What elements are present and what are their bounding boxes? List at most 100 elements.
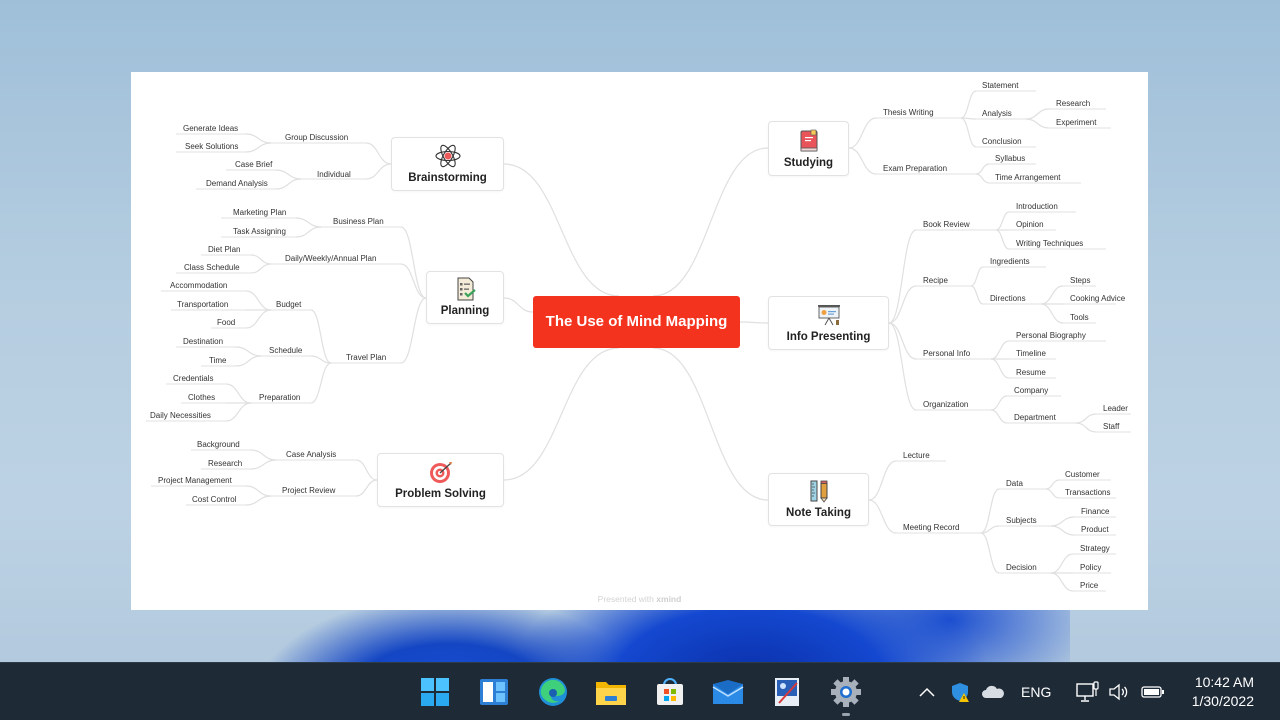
topic-preparation[interactable]: Preparation: [259, 393, 300, 403]
node-planning[interactable]: Planning: [426, 271, 504, 324]
node-problem-solving[interactable]: Problem Solving: [377, 453, 504, 507]
topic-demand-analysis[interactable]: Demand Analysis: [206, 179, 268, 189]
connector: [275, 169, 302, 180]
topic-destination[interactable]: Destination: [183, 337, 223, 347]
node-studying[interactable]: Studying: [768, 121, 849, 176]
topic-diet-plan[interactable]: Diet Plan: [208, 245, 240, 255]
topic-case-analysis[interactable]: Case Analysis: [286, 450, 336, 460]
topic-task-assigning[interactable]: Task Assigning: [233, 227, 286, 237]
onedrive-icon[interactable]: [981, 663, 1005, 720]
topic-statement[interactable]: Statement: [982, 81, 1018, 91]
topic-introduction[interactable]: Introduction: [1016, 202, 1058, 212]
node-note-taking[interactable]: Note Taking: [768, 473, 869, 526]
topic-opinion[interactable]: Opinion: [1016, 220, 1044, 230]
topic-project-review[interactable]: Project Review: [282, 486, 335, 496]
security-icon[interactable]: [950, 663, 972, 720]
topic-price[interactable]: Price: [1080, 581, 1098, 591]
topic-lecture[interactable]: Lecture: [903, 451, 930, 461]
topic-daily-necessities[interactable]: Daily Necessities: [150, 411, 211, 421]
topic-marketing-plan[interactable]: Marketing Plan: [233, 208, 286, 218]
connector: [1050, 516, 1075, 527]
connector: [990, 340, 1010, 360]
topic-subjects[interactable]: Subjects: [1006, 516, 1037, 526]
battery-icon[interactable]: [1141, 663, 1165, 720]
topic-personal-biography[interactable]: Personal Biography: [1016, 331, 1086, 341]
connector-brainstorming: [503, 163, 620, 297]
connector: [888, 285, 917, 324]
central-topic[interactable]: The Use of Mind Mapping: [533, 296, 740, 348]
topic-thesis-writing[interactable]: Thesis Writing: [883, 108, 934, 118]
topic-data[interactable]: Data: [1006, 479, 1023, 489]
network-icon[interactable]: [1076, 663, 1100, 720]
topic-accommodation[interactable]: Accommodation: [170, 281, 227, 291]
topic-time-arrangement[interactable]: Time Arrangement: [995, 173, 1061, 183]
topic-research-studying[interactable]: Research: [1056, 99, 1090, 109]
topic-schedule[interactable]: Schedule: [269, 346, 302, 356]
topic-product[interactable]: Product: [1081, 525, 1109, 535]
topic-generate-ideas[interactable]: Generate Ideas: [183, 124, 238, 134]
topic-syllabus[interactable]: Syllabus: [995, 154, 1025, 164]
topic-class-schedule[interactable]: Class Schedule: [184, 263, 240, 273]
volume-icon[interactable]: [1108, 663, 1130, 720]
node-info-presenting[interactable]: Info Presenting: [768, 296, 889, 350]
topic-personal-info[interactable]: Personal Info: [923, 349, 970, 359]
topic-credentials[interactable]: Credentials: [173, 374, 213, 384]
topic-conclusion[interactable]: Conclusion: [982, 137, 1022, 147]
topic-tools[interactable]: Tools: [1070, 313, 1089, 323]
topic-strategy[interactable]: Strategy: [1080, 544, 1110, 554]
language-indicator[interactable]: ENG: [1021, 663, 1051, 720]
gear-icon[interactable]: [830, 676, 862, 708]
widgets-icon[interactable]: [478, 676, 510, 708]
topic-book-review[interactable]: Book Review: [923, 220, 970, 230]
connector: [310, 309, 332, 364]
topic-food[interactable]: Food: [217, 318, 235, 328]
topic-ingredients[interactable]: Ingredients: [990, 257, 1030, 267]
show-hidden-icons[interactable]: [918, 663, 936, 720]
topic-daily-weekly-annual-plan[interactable]: Daily/Weekly/Annual Plan: [285, 254, 376, 264]
topic-customer[interactable]: Customer: [1065, 470, 1100, 480]
topic-meeting-record[interactable]: Meeting Record: [903, 523, 959, 533]
topic-case-brief[interactable]: Case Brief: [235, 160, 272, 170]
connector-info-presenting: [739, 321, 769, 324]
topic-background[interactable]: Background: [197, 440, 240, 450]
topic-writing-techniques[interactable]: Writing Techniques: [1016, 239, 1083, 249]
topic-timeline[interactable]: Timeline: [1016, 349, 1046, 359]
topic-recipe[interactable]: Recipe: [923, 276, 948, 286]
topic-group-discussion[interactable]: Group Discussion: [285, 133, 348, 143]
mail-icon[interactable]: [712, 676, 744, 708]
topic-cooking-advice[interactable]: Cooking Advice: [1070, 294, 1125, 304]
topic-finance[interactable]: Finance: [1081, 507, 1109, 517]
topic-steps[interactable]: Steps: [1070, 276, 1090, 286]
topic-policy[interactable]: Policy: [1080, 563, 1101, 573]
topic-transportation[interactable]: Transportation: [177, 300, 228, 310]
topic-exam-preparation[interactable]: Exam Preparation: [883, 164, 947, 174]
topic-company[interactable]: Company: [1014, 386, 1048, 396]
topic-clothes[interactable]: Clothes: [188, 393, 215, 403]
topic-staff[interactable]: Staff: [1103, 422, 1119, 432]
topic-time[interactable]: Time: [209, 356, 226, 366]
topic-experiment[interactable]: Experiment: [1056, 118, 1096, 128]
topic-project-management[interactable]: Project Management: [158, 476, 232, 486]
topic-travel-plan[interactable]: Travel Plan: [346, 353, 386, 363]
topic-research[interactable]: Research: [208, 459, 242, 469]
folder-icon[interactable]: [595, 676, 627, 708]
topic-business-plan[interactable]: Business Plan: [333, 217, 384, 227]
topic-directions[interactable]: Directions: [990, 294, 1026, 304]
topic-analysis[interactable]: Analysis: [982, 109, 1012, 119]
node-brainstorming[interactable]: Brainstorming: [391, 137, 504, 191]
paint-icon[interactable]: [771, 676, 803, 708]
topic-resume[interactable]: Resume: [1016, 368, 1046, 378]
topic-leader[interactable]: Leader: [1103, 404, 1128, 414]
topic-organization[interactable]: Organization: [923, 400, 968, 410]
topic-decision[interactable]: Decision: [1006, 563, 1037, 573]
topic-individual[interactable]: Individual: [317, 170, 351, 180]
topic-cost-control[interactable]: Cost Control: [192, 495, 236, 505]
edge-browser-icon[interactable]: [537, 676, 569, 708]
topic-department[interactable]: Department: [1014, 413, 1056, 423]
windows-start-icon[interactable]: [419, 676, 451, 708]
system-clock[interactable]: 10:42 AM 1/30/2022: [1192, 673, 1254, 711]
store-icon[interactable]: [654, 676, 686, 708]
topic-budget[interactable]: Budget: [276, 300, 301, 310]
topic-seek-solutions[interactable]: Seek Solutions: [185, 142, 238, 152]
topic-transactions[interactable]: Transactions: [1065, 488, 1111, 498]
